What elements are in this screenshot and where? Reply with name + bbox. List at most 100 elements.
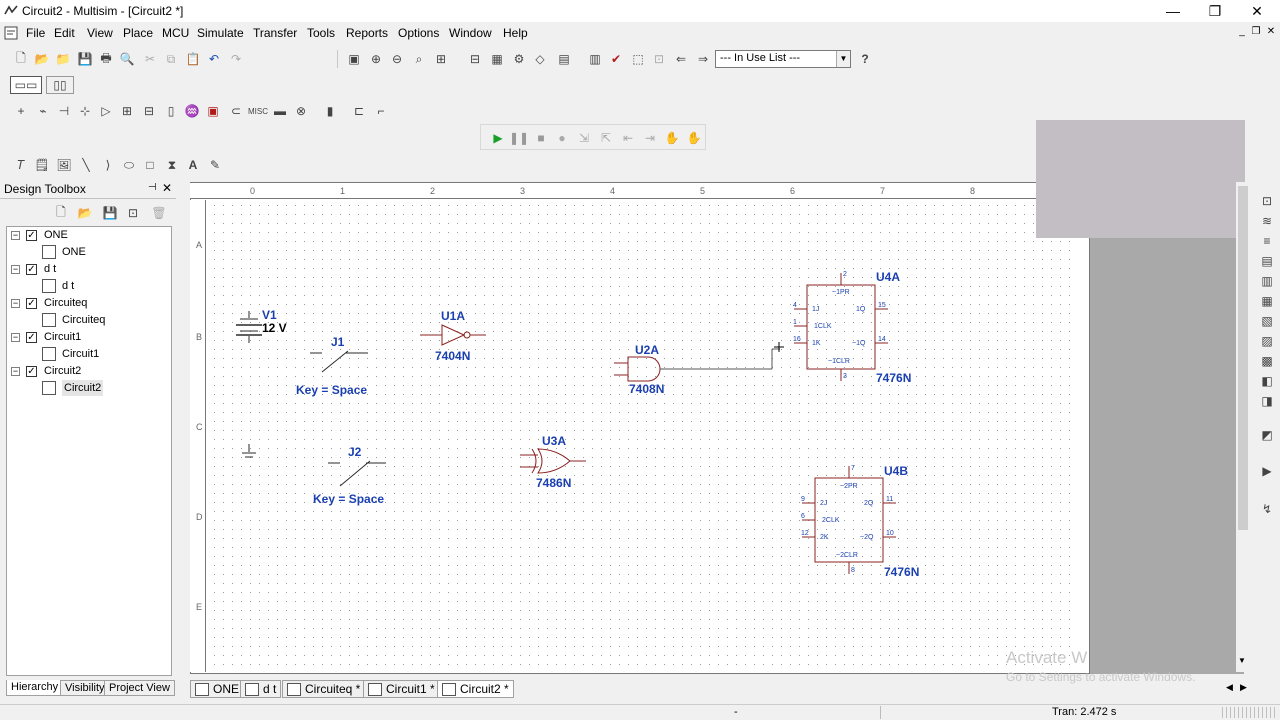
sheet-view-icon[interactable]: ▭▭ <box>10 76 42 94</box>
u4a-label[interactable]: U4A <box>876 270 900 284</box>
close-button[interactable]: ✕ <box>1234 0 1280 22</box>
toggle-breakpoint-icon[interactable]: ✋ <box>663 129 681 147</box>
place-diode-icon[interactable]: ⊣ <box>55 102 73 120</box>
new-file-icon[interactable]: 🗋 <box>12 50 30 68</box>
menu-help[interactable]: Help <box>503 26 528 40</box>
menu-file[interactable]: File <box>26 26 45 40</box>
visibility-checkbox[interactable]: ✓ <box>26 264 37 275</box>
open-folder-icon[interactable]: 📂 <box>33 50 51 68</box>
collapse-icon[interactable]: − <box>11 265 20 274</box>
u2a-label[interactable]: U2A <box>635 343 659 357</box>
step-over-icon[interactable]: ⇱ <box>597 129 615 147</box>
tab-visibility[interactable]: Visibility <box>60 680 110 696</box>
visibility-checkbox[interactable]: ✓ <box>26 298 37 309</box>
menu-options[interactable]: Options <box>398 26 439 40</box>
place-analog-icon[interactable]: ▷ <box>97 102 115 120</box>
polygon-icon[interactable]: ⧗ <box>163 156 181 174</box>
tree-item-circuit1[interactable]: Circuit1 <box>44 329 81 345</box>
j2-label[interactable]: J2 <box>348 445 361 459</box>
u1a-label[interactable]: U1A <box>441 309 465 323</box>
open-sample-icon[interactable]: 📁 <box>54 50 72 68</box>
word-generator-icon[interactable]: ▨ <box>1258 332 1276 350</box>
oscilloscope-icon[interactable]: ▤ <box>1258 252 1276 270</box>
forward-annotate-icon[interactable]: ⇒ <box>694 50 712 68</box>
collapse-icon[interactable]: − <box>11 231 20 240</box>
visibility-checkbox[interactable]: ✓ <box>26 366 37 377</box>
restore-button[interactable]: ❐ <box>1192 0 1238 22</box>
breakpoint-icon[interactable]: ● <box>553 129 571 147</box>
menu-simulate[interactable]: Simulate <box>197 26 244 40</box>
probe-icon[interactable]: ✎ <box>206 156 224 174</box>
place-cmos-icon[interactable]: ⊟ <box>140 102 158 120</box>
visibility-checkbox[interactable]: ✓ <box>26 230 37 241</box>
doc-tab-circuit1[interactable]: Circuit1 * <box>363 680 440 698</box>
stop-icon[interactable]: ■ <box>532 129 550 147</box>
mdi-close-button[interactable]: ✕ <box>1265 26 1277 38</box>
ultiboard-icon[interactable]: ◇ <box>531 50 549 68</box>
menu-reports[interactable]: Reports <box>346 26 388 40</box>
place-text-icon[interactable]: 𝑇 <box>12 156 30 174</box>
pin-icon[interactable]: ⊣ <box>148 182 157 193</box>
v1-label[interactable]: V1 <box>262 308 277 322</box>
menu-edit[interactable]: Edit <box>54 26 75 40</box>
minimize-button[interactable]: — <box>1150 0 1196 22</box>
step-into-icon[interactable]: ⇲ <box>575 129 593 147</box>
u3a-label[interactable]: U3A <box>542 434 566 448</box>
collapse-icon[interactable]: − <box>11 299 20 308</box>
doc-tab-circuiteq[interactable]: Circuiteq * <box>282 680 366 698</box>
hierarchy-icon[interactable]: ⚙ <box>510 50 528 68</box>
picture-icon[interactable]: 🖼 <box>55 156 73 174</box>
line-icon[interactable]: ╲ <box>77 156 95 174</box>
redo-icon[interactable]: ↷ <box>227 50 245 68</box>
tab-scroll-left-icon[interactable]: ◀ <box>1226 682 1233 693</box>
tree-child-dt[interactable]: d t <box>62 278 74 294</box>
place-misc-icon[interactable]: MISC <box>248 102 268 120</box>
place-hierarchical-icon[interactable]: ⊏ <box>350 102 368 120</box>
save-design-icon[interactable]: 💾 <box>101 204 119 222</box>
visibility-checkbox[interactable]: ✓ <box>26 332 37 343</box>
doc-tab-dt[interactable]: d t <box>240 680 282 698</box>
place-source-icon[interactable]: + <box>12 102 30 120</box>
back-annotate-icon[interactable]: ⇐ <box>672 50 690 68</box>
spreadsheet-view-icon[interactable]: ▦ <box>488 50 506 68</box>
tree-child-one[interactable]: ONE <box>62 244 86 260</box>
doc-tab-one[interactable]: ONE <box>190 680 245 698</box>
wattmeter-icon[interactable]: ≡ <box>1258 232 1276 250</box>
multimeter-icon[interactable]: ⊡ <box>1258 192 1276 210</box>
new-design-icon[interactable]: 🗋 <box>52 204 70 222</box>
open-design-icon[interactable]: 📂 <box>76 204 94 222</box>
tree-item-circuit2[interactable]: Circuit2 <box>44 363 81 379</box>
tektronix-scope-icon[interactable]: ↯ <box>1258 500 1276 518</box>
place-transistor-icon[interactable]: ⊹ <box>76 102 94 120</box>
iv-analyzer-icon[interactable]: ◨ <box>1258 392 1276 410</box>
place-indicator-icon[interactable]: ▣ <box>204 102 222 120</box>
toggle-fullscreen-icon[interactable]: ▣ <box>345 50 363 68</box>
in-use-list-dropdown[interactable]: --- In Use List --- ▼ <box>715 50 851 68</box>
component-wizard-icon[interactable]: ▥ <box>586 50 604 68</box>
place-mixed-icon[interactable]: ♒ <box>183 102 201 120</box>
place-basic-icon[interactable]: ⌁ <box>34 102 52 120</box>
remove-breakpoints-icon[interactable]: ✋ <box>685 129 703 147</box>
four-channel-oscilloscope-icon[interactable]: ▥ <box>1258 272 1276 290</box>
print-icon[interactable]: 🖶 <box>97 50 115 68</box>
run-to-cursor-icon[interactable]: ⇥ <box>641 129 659 147</box>
grapher-icon[interactable]: ▤ <box>555 50 573 68</box>
current-probe-icon[interactable]: ▶ <box>1258 462 1276 480</box>
tree-child-circuit1[interactable]: Circuit1 <box>62 346 99 362</box>
tree-item-one[interactable]: ONE <box>44 227 68 243</box>
paste-icon[interactable]: 📋 <box>184 50 202 68</box>
doc-tab-circuit2[interactable]: Circuit2 * <box>437 680 514 698</box>
font-icon[interactable]: A <box>184 156 202 174</box>
close-icon[interactable]: ✕ <box>162 181 172 195</box>
annotate-icon[interactable]: ⊡ <box>650 50 668 68</box>
menu-mcu[interactable]: MCU <box>162 26 189 40</box>
place-bus-icon[interactable]: ⌐ <box>372 102 390 120</box>
menu-tools[interactable]: Tools <box>307 26 335 40</box>
logic-analyzer-icon[interactable]: ◧ <box>1258 372 1276 390</box>
menu-place[interactable]: Place <box>123 26 153 40</box>
logic-converter-icon[interactable]: ▩ <box>1258 352 1276 370</box>
scrollbar-thumb[interactable] <box>1238 186 1248 530</box>
undo-icon[interactable]: ↶ <box>205 50 223 68</box>
tab-project-view[interactable]: Project View <box>104 680 175 696</box>
collapse-icon[interactable]: − <box>11 333 20 342</box>
